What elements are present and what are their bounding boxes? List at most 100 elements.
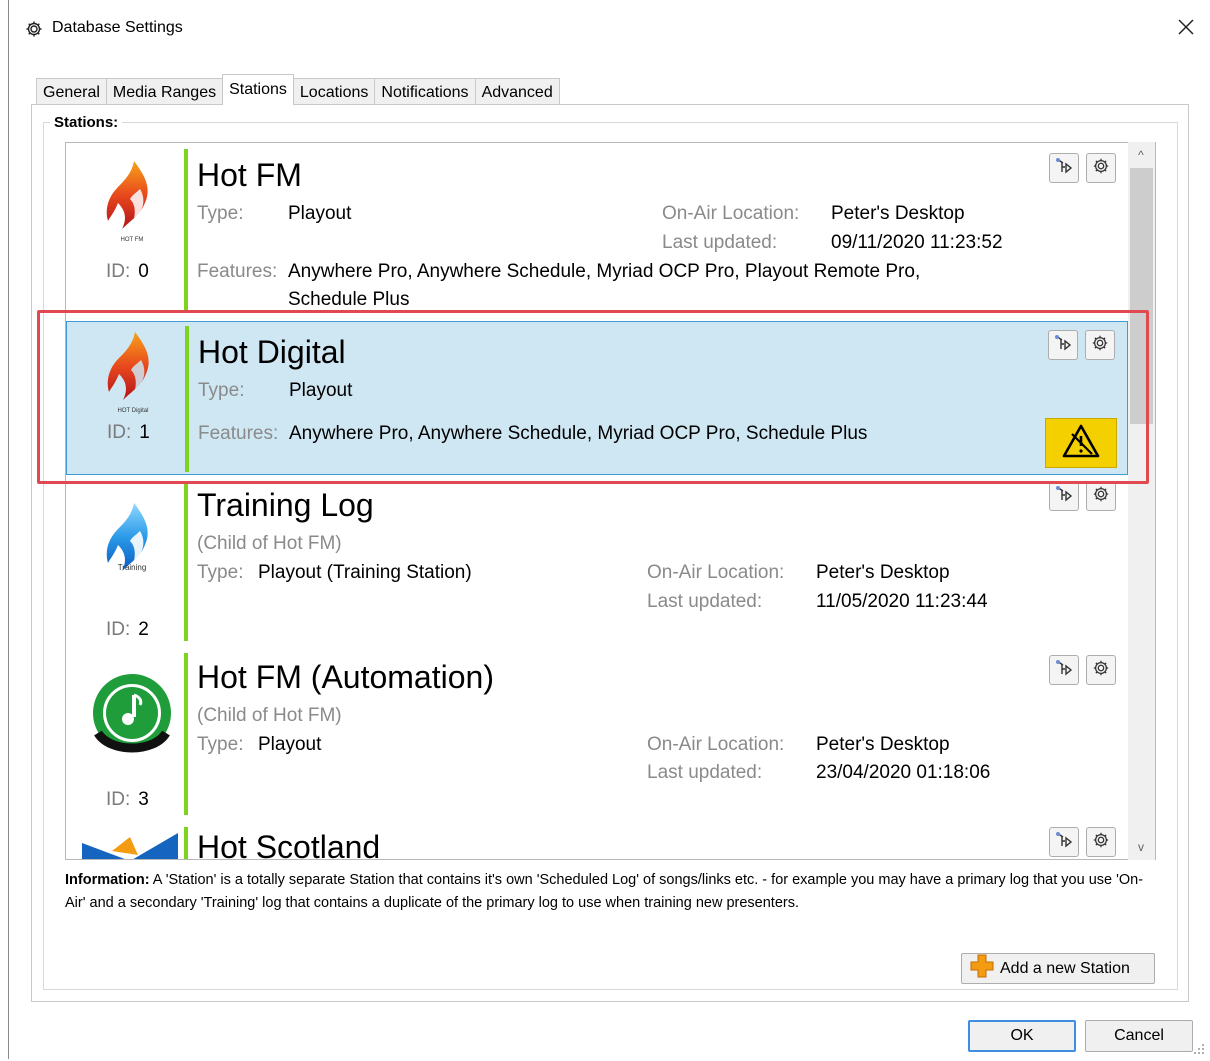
onair-location-value: Peter's Desktop xyxy=(816,734,950,755)
tab-media-ranges[interactable]: Media Ranges xyxy=(105,78,224,105)
information-label: Information: xyxy=(65,872,150,888)
playout-button[interactable] xyxy=(1049,655,1079,685)
settings-gear-icon xyxy=(1092,157,1110,180)
station-logo-hot-fm: HOT FM xyxy=(100,159,164,245)
station-id: ID: 2 xyxy=(106,619,149,640)
playout-button[interactable] xyxy=(1049,827,1079,857)
onair-location-label: On-Air Location: xyxy=(662,203,800,224)
tab-general[interactable]: General xyxy=(36,78,107,105)
station-list[interactable]: HOT FM ID: 0 Hot FM Type: Playout On-Air … xyxy=(65,142,1156,860)
scroll-down-arrow[interactable]: v xyxy=(1134,840,1148,854)
information-text: Information: A 'Station' is a totally se… xyxy=(65,869,1155,915)
playout-icon xyxy=(1054,156,1074,181)
scroll-up-arrow[interactable]: ^ xyxy=(1134,148,1148,162)
features-label: Features: xyxy=(197,261,278,282)
station-settings-button[interactable] xyxy=(1086,481,1116,511)
type-value: Playout xyxy=(289,380,353,401)
last-updated-value: 09/11/2020 11:23:52 xyxy=(831,232,1003,253)
playout-icon xyxy=(1054,658,1074,683)
ok-button[interactable]: OK xyxy=(968,1020,1076,1052)
station-name: Hot FM xyxy=(197,157,302,193)
warning-button[interactable] xyxy=(1045,418,1117,468)
playout-icon xyxy=(1054,484,1074,509)
tab-locations[interactable]: Locations xyxy=(292,78,376,105)
station-name: Hot FM (Automation) xyxy=(197,659,494,695)
settings-gear-icon xyxy=(1092,485,1110,508)
features-label: Features: xyxy=(198,423,279,444)
station-name: Hot Scotland xyxy=(197,829,381,860)
type-label: Type: xyxy=(197,562,244,583)
station-parent: (Child of Hot FM) xyxy=(197,533,342,554)
type-value: Playout (Training Station) xyxy=(258,562,472,583)
titlebar: Database Settings xyxy=(0,0,1210,60)
features-value: Anywhere Pro, Anywhere Schedule, Myriad … xyxy=(289,423,868,444)
gear-icon xyxy=(24,19,44,39)
onair-location-value: Peter's Desktop xyxy=(831,203,965,224)
station-accent-bar xyxy=(184,653,188,815)
window-title: Database Settings xyxy=(52,19,183,36)
station-settings-button[interactable] xyxy=(1086,655,1116,685)
settings-gear-icon xyxy=(1092,831,1110,854)
station-row-hot-fm[interactable]: HOT FM ID: 0 Hot FM Type: Playout On-Air … xyxy=(66,143,1128,315)
station-parent: (Child of Hot FM) xyxy=(197,705,342,726)
tab-notifications[interactable]: Notifications xyxy=(374,78,476,105)
station-logo-training: Training xyxy=(100,501,164,587)
resize-grip-icon[interactable] xyxy=(1190,1040,1206,1056)
plus-icon xyxy=(970,954,994,983)
station-settings-button[interactable] xyxy=(1085,330,1115,360)
close-icon xyxy=(1178,18,1194,40)
station-name: Training Log xyxy=(197,487,374,523)
station-accent-bar xyxy=(184,827,188,859)
warning-icon xyxy=(1062,424,1100,463)
last-updated-value: 23/04/2020 01:18:06 xyxy=(816,762,991,783)
type-label: Type: xyxy=(197,203,244,224)
information-body: A 'Station' is a totally separate Statio… xyxy=(65,872,1144,911)
station-logo-automation xyxy=(84,673,180,759)
station-row-training-log[interactable]: Training ID: 2 Training Log (Child of Hot… xyxy=(66,479,1128,647)
stations-group-label: Stations: xyxy=(50,114,123,131)
close-button[interactable] xyxy=(1168,12,1204,46)
station-row-hot-scotland[interactable]: Hot Scotland xyxy=(66,823,1128,860)
add-station-label: Add a new Station xyxy=(1000,959,1130,977)
station-logo-hot-digital: HOT Digital xyxy=(101,330,165,416)
playout-button[interactable] xyxy=(1049,153,1079,183)
features-value: Anywhere Pro, Anywhere Schedule, Myriad … xyxy=(288,261,921,310)
last-updated-label: Last updated: xyxy=(662,232,778,253)
tab-bar: General Media Ranges Stations Locations … xyxy=(36,74,560,105)
type-label: Type: xyxy=(198,380,245,401)
cancel-button[interactable]: Cancel xyxy=(1085,1020,1193,1052)
station-id: ID: 3 xyxy=(106,789,149,810)
station-settings-button[interactable] xyxy=(1086,153,1116,183)
station-row-hot-fm-automation[interactable]: ID: 3 Hot FM (Automation) (Child of Hot F… xyxy=(66,651,1128,819)
type-value: Playout xyxy=(288,203,352,224)
tab-stations[interactable]: Stations xyxy=(222,74,294,105)
last-updated-label: Last updated: xyxy=(647,591,763,612)
station-accent-bar xyxy=(184,481,188,641)
station-logo-caption: HOT Digital xyxy=(117,408,149,414)
station-settings-button[interactable] xyxy=(1086,827,1116,857)
last-updated-label: Last updated: xyxy=(647,762,763,783)
station-accent-bar xyxy=(184,149,188,313)
station-logo-caption: HOT FM xyxy=(120,237,144,243)
station-id: ID: 1 xyxy=(107,422,150,443)
type-label: Type: xyxy=(197,734,244,755)
last-updated-value: 11/05/2020 11:23:44 xyxy=(816,591,988,612)
type-value: Playout xyxy=(258,734,322,755)
add-station-button[interactable]: Add a new Station xyxy=(961,953,1155,984)
tab-advanced[interactable]: Advanced xyxy=(474,78,560,105)
playout-button[interactable] xyxy=(1049,481,1079,511)
station-id: ID: 0 xyxy=(106,261,149,282)
station-row-hot-digital[interactable]: HOT Digital ID: 1 Hot Digital Type: Playo… xyxy=(66,321,1128,475)
settings-gear-icon xyxy=(1091,334,1109,357)
settings-gear-icon xyxy=(1092,659,1110,682)
scrollbar-thumb[interactable] xyxy=(1130,168,1153,424)
playout-icon xyxy=(1053,333,1073,358)
playout-button[interactable] xyxy=(1048,330,1078,360)
onair-location-label: On-Air Location: xyxy=(647,734,785,755)
onair-location-value: Peter's Desktop xyxy=(816,562,950,583)
station-logo-caption: Training xyxy=(117,563,147,572)
station-accent-bar xyxy=(185,326,189,472)
playout-icon xyxy=(1054,830,1074,855)
onair-location-label: On-Air Location: xyxy=(647,562,785,583)
station-name: Hot Digital xyxy=(198,334,346,370)
